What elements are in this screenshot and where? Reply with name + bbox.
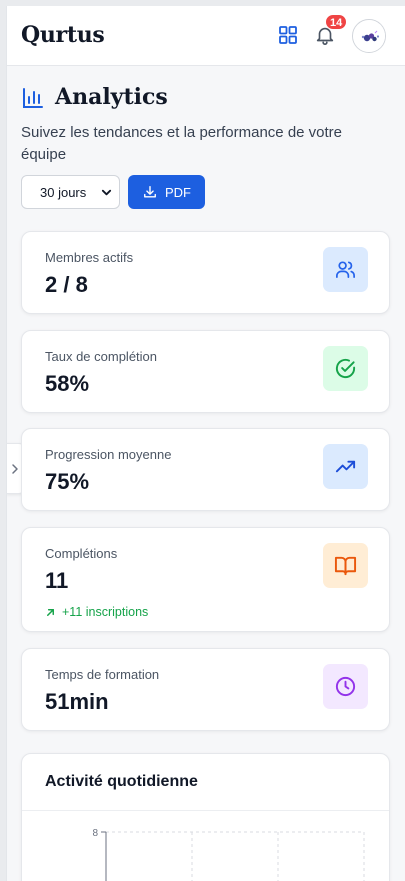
stat-icon-box — [323, 664, 368, 709]
app-frame: Qurtus 14 Analytics Suivez les tendances… — [6, 6, 405, 881]
brand-logo[interactable]: Qurtus — [21, 22, 105, 48]
stat-icon-box — [323, 247, 368, 292]
stat-label: Complétions — [45, 546, 118, 561]
stat-label: Membres actifs — [45, 250, 134, 265]
stat-card-completions: Complétions 11 +11 inscriptions — [21, 527, 390, 632]
stat-icon-box — [323, 346, 368, 391]
grid-icon — [279, 26, 297, 44]
book-open-icon — [334, 556, 357, 576]
stat-value: 2 / 8 — [45, 272, 88, 297]
apps-button[interactable] — [277, 24, 299, 46]
top-bar: Qurtus 14 — [7, 6, 405, 66]
stat-icon-box — [323, 444, 368, 489]
export-pdf-label: PDF — [165, 185, 191, 200]
notification-count-badge: 14 — [325, 14, 348, 30]
trending-up-icon — [335, 460, 356, 473]
stat-label: Progression moyenne — [45, 447, 172, 462]
stat-card-completion-rate: Taux de complétion 58% — [21, 330, 390, 413]
check-circle-icon — [335, 358, 356, 379]
stat-card-training-time: Temps de formation 51min — [21, 648, 390, 731]
stat-trend-label: +11 inscriptions — [62, 605, 149, 619]
page-subtitle: Suivez les tendances et la performance d… — [21, 124, 343, 163]
stat-value: 58% — [45, 371, 90, 396]
page-title: Analytics — [55, 84, 168, 110]
stat-label: Temps de formation — [45, 667, 160, 682]
user-avatar[interactable] — [352, 19, 386, 53]
period-select[interactable]: 30 jours — [21, 175, 120, 209]
stat-value: 11 — [45, 568, 69, 593]
y-tick-label: 8 — [92, 828, 98, 839]
users-icon — [336, 261, 355, 279]
daily-activity-chart: 8 — [92, 828, 365, 881]
arrow-up-right-icon — [47, 609, 54, 616]
bar-chart-icon — [23, 88, 43, 108]
stat-value: 51min — [45, 689, 109, 714]
stat-card-active-members: Membres actifs 2 / 8 — [21, 231, 390, 314]
stat-value: 75% — [45, 469, 90, 494]
avatar-image — [353, 20, 385, 52]
download-icon — [144, 186, 156, 198]
stat-icon-box — [323, 543, 368, 588]
stat-label: Taux de complétion — [45, 349, 158, 364]
period-select-value: 30 jours — [40, 185, 87, 200]
daily-activity-card: Activité quotidienne 8 — [21, 753, 390, 881]
chart-title: Activité quotidienne — [45, 773, 198, 790]
chevron-right-icon — [12, 464, 18, 474]
chevron-down-icon — [101, 189, 112, 196]
clock-icon — [335, 676, 356, 697]
stat-card-average-progress: Progression moyenne 75% — [21, 428, 390, 511]
export-pdf-button[interactable]: PDF — [128, 175, 205, 209]
